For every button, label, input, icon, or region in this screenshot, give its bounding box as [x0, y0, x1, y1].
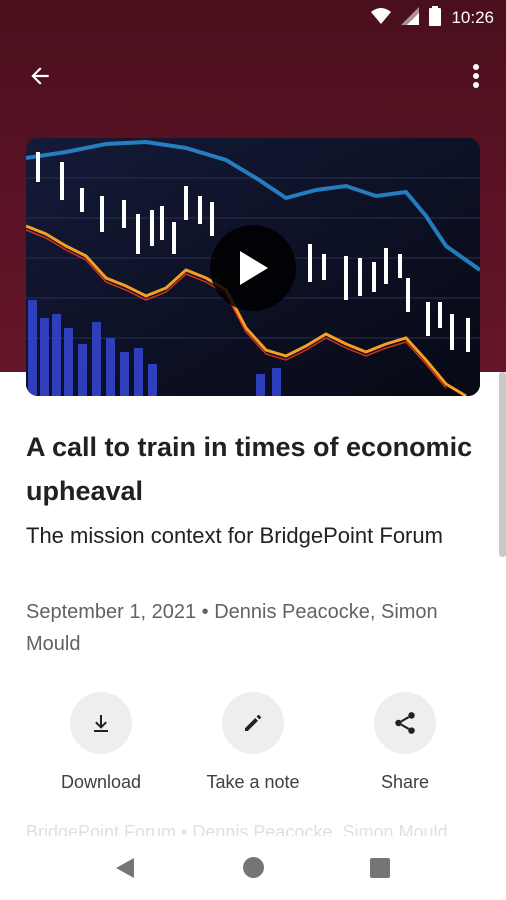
share-circle[interactable] — [374, 692, 436, 754]
share-button[interactable]: Share — [330, 692, 480, 793]
download-label: Download — [60, 772, 142, 792]
article-subtitle: The mission context for BridgePoint Foru… — [26, 523, 443, 548]
status-bar: 10:26 — [0, 0, 506, 36]
play-button[interactable] — [210, 225, 296, 311]
share-icon — [395, 712, 415, 734]
wifi-icon — [371, 7, 392, 29]
pencil-icon — [245, 715, 261, 731]
action-row: Download Take a note Share — [0, 692, 506, 802]
play-icon — [240, 251, 268, 285]
video-thumbnail[interactable] — [26, 138, 480, 396]
nav-home-icon[interactable] — [243, 857, 264, 878]
download-button[interactable]: Download — [26, 692, 176, 793]
more-vert-icon — [473, 64, 479, 88]
share-label: Share — [380, 772, 430, 792]
back-button[interactable] — [22, 58, 58, 94]
nav-back-icon[interactable] — [114, 856, 136, 880]
arrow-back-icon — [31, 67, 49, 85]
download-circle[interactable] — [70, 692, 132, 754]
navigation-bar — [0, 836, 506, 900]
battery-icon — [429, 5, 442, 31]
download-icon — [94, 715, 108, 732]
app-bar — [0, 44, 506, 104]
article-title: A call to train in times of economic uph… — [26, 432, 473, 506]
more-options-button[interactable] — [458, 58, 494, 94]
take-note-label: Take a note — [206, 772, 300, 792]
take-note-button[interactable]: Take a note — [178, 692, 328, 793]
take-note-circle[interactable] — [222, 692, 284, 754]
status-time: 10:26 — [451, 8, 494, 27]
nav-recents-icon[interactable] — [370, 858, 390, 878]
signal-icon — [401, 6, 420, 30]
article-meta: September 1, 2021 • Dennis Peacocke, Sim… — [26, 601, 438, 655]
scrollbar[interactable] — [499, 372, 506, 557]
